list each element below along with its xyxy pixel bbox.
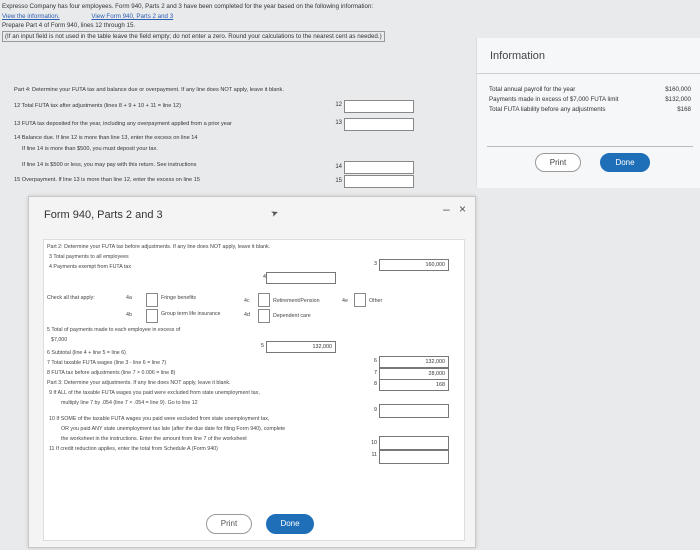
dialog-print-button[interactable]: Print	[206, 514, 252, 534]
info-label: Payments made in excess of $7,000 FUTA l…	[489, 96, 619, 103]
line14-input[interactable]	[344, 161, 414, 174]
info-done-button[interactable]: Done	[600, 153, 650, 172]
line12-number: 12	[335, 102, 342, 108]
fringe-benefits-checkbox[interactable]	[146, 293, 158, 307]
line10-instruction: the worksheet in the instructions. Enter…	[61, 436, 247, 442]
checkbox-4e-label: 4e	[342, 298, 348, 304]
line10-input[interactable]	[379, 436, 449, 450]
mouse-cursor-icon: ➤	[269, 207, 280, 220]
info-row-payroll: Total annual payroll for the year $160,0…	[489, 86, 691, 93]
dialog-title: Form 940, Parts 2 and 3	[44, 209, 163, 221]
instructions: Expresso Company has four employees. For…	[2, 2, 472, 42]
checkbox-4a-label: 4a	[126, 295, 132, 301]
line10-number: 10	[371, 440, 377, 446]
line7-number: 7	[374, 370, 377, 376]
line5-number: 5	[261, 343, 264, 349]
info-label: Total FUTA liability before any adjustme…	[489, 106, 606, 113]
line9-label: 9 If ALL of the taxable FUTA wages you p…	[49, 390, 260, 396]
line8-number: 8	[374, 381, 377, 387]
line10-label: 10 If SOME of the taxable FUTA wages you…	[49, 416, 270, 422]
checkbox-4c-label: 4c	[244, 298, 250, 304]
line8-label: 8 FUTA tax before adjustments (line 7 × …	[47, 370, 176, 376]
minimize-icon[interactable]: –	[443, 202, 450, 216]
part4-section: Part 4: Determine your FUTA tax and bala…	[14, 86, 419, 196]
line13-number: 13	[335, 120, 342, 126]
info-row-liability: Total FUTA liability before any adjustme…	[489, 106, 691, 113]
form-940-page: Part 2: Determine your FUTA tax before a…	[43, 239, 465, 541]
line14-note1: If line 14 is more than $500, you must d…	[22, 146, 158, 152]
part4-header: Part 4: Determine your FUTA tax and bala…	[14, 87, 284, 93]
line9-input[interactable]	[379, 404, 449, 418]
info-value: $132,000	[665, 96, 691, 103]
view-information-link[interactable]: View the information.	[2, 13, 60, 20]
fringe-benefits-label: Fringe benefits	[161, 295, 197, 301]
part3-header: Part 3: Determine your adjustments. If a…	[47, 380, 231, 386]
dependent-care-label: Dependent care	[273, 313, 311, 319]
other-label: Other	[369, 298, 383, 304]
view-form-940-link[interactable]: View Form 940, Parts 2 and 3	[91, 13, 173, 20]
retirement-pension-checkbox[interactable]	[258, 293, 270, 307]
line15-label: 15 Overpayment. If line 13 is more than …	[14, 177, 200, 183]
line5-value: 132,000	[266, 341, 336, 353]
line13-label: 13 FUTA tax deposited for the year, incl…	[14, 121, 232, 127]
line7-label: 7 Total taxable FUTA wages (line 3 - lin…	[47, 360, 167, 366]
other-checkbox[interactable]	[354, 293, 366, 307]
dependent-care-checkbox[interactable]	[258, 309, 270, 323]
line4-number: 4	[263, 274, 266, 280]
line4-input[interactable]	[266, 272, 336, 284]
line3-value: 160,000	[379, 259, 449, 271]
info-value: $168	[677, 106, 691, 113]
line11-number: 11	[371, 452, 378, 458]
info-print-button[interactable]: Print	[535, 153, 581, 172]
intro-task: Prepare Part 4 of Form 940, lines 12 thr…	[2, 22, 136, 29]
checkbox-4d-label: 4d	[244, 312, 250, 318]
info-label: Total annual payroll for the year	[489, 86, 576, 93]
divider	[487, 146, 693, 147]
line6-label: 6 Subtotal (line 4 + line 5 = line 6)	[47, 350, 126, 356]
line8-value: 168	[379, 379, 449, 391]
line9-instruction: multiply line 7 by .054 (line 7 × .054 =…	[61, 400, 198, 406]
line6-number: 6	[374, 358, 377, 364]
line11-label: 11 If credit reduction applies, enter th…	[49, 446, 218, 452]
line5-limit: $7,000	[51, 337, 68, 343]
line10-note: OR you paid ANY state unemployment tax l…	[61, 426, 286, 432]
line11-input[interactable]	[379, 450, 449, 464]
part2-header: Part 2: Determine your FUTA tax before a…	[47, 244, 271, 250]
info-value: $160,000	[665, 86, 691, 93]
line6-value: 132,000	[379, 356, 449, 368]
intro-line: Expresso Company has four employees. For…	[2, 3, 374, 10]
information-title: Information	[490, 50, 546, 62]
dialog-done-button[interactable]: Done	[266, 514, 314, 534]
group-term-life-label: Group term life insurance	[161, 311, 221, 317]
line3-label: 3 Total payments to all employees	[49, 254, 129, 260]
line14-label: 14 Balance due. If line 12 is more than …	[14, 135, 198, 141]
line14-note2: If line 14 is $500 or less, you may pay …	[22, 162, 197, 168]
close-icon[interactable]: ×	[459, 202, 466, 216]
checkbox-4b-label: 4b	[126, 312, 132, 318]
line9-number: 9	[374, 407, 377, 413]
line12-label: 12 Total FUTA tax after adjustments (lin…	[14, 103, 181, 109]
retirement-pension-label: Retirement/Pension	[273, 298, 320, 304]
line15-input[interactable]	[344, 175, 414, 188]
line15-number: 15	[335, 178, 342, 184]
info-row-excess: Payments made in excess of $7,000 FUTA l…	[489, 96, 691, 103]
check-all-label: Check all that apply:	[47, 295, 95, 301]
form-940-dialog: Form 940, Parts 2 and 3 ➤ – × Part 2: De…	[28, 196, 476, 548]
line14-number: 14	[335, 164, 342, 170]
information-panel: Information Total annual payroll for the…	[476, 38, 700, 188]
group-term-life-checkbox[interactable]	[146, 309, 158, 323]
line4-label: 4 Payments exempt from FUTA tax	[49, 264, 132, 270]
line5-label: 5 Total of payments made to each employe…	[47, 327, 181, 333]
line12-input[interactable]	[344, 100, 414, 113]
intro-note: (If an input field is not used in the ta…	[2, 30, 385, 42]
line3-number: 3	[374, 261, 377, 267]
line13-input[interactable]	[344, 118, 414, 131]
divider	[477, 73, 700, 74]
